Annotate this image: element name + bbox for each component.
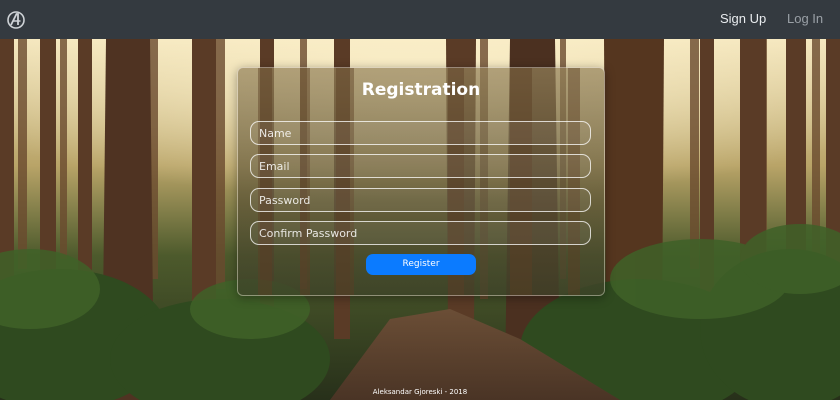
password-input[interactable] (251, 189, 590, 211)
nav-sign-up-link[interactable]: Sign Up (720, 11, 766, 26)
confirm-password-input[interactable] (251, 222, 590, 244)
nav-log-in-link[interactable]: Log In (787, 11, 823, 26)
top-navbar: Sign Up Log In (0, 0, 840, 39)
footer-credit: Aleksandar Gjoreski - 2018 (372, 388, 468, 396)
email-input[interactable] (251, 155, 590, 177)
name-input[interactable] (251, 122, 590, 144)
name-field[interactable] (250, 121, 591, 145)
registration-title: Registration (361, 80, 481, 100)
registration-form-card: Registration Register (237, 67, 605, 296)
avengers-logo-icon[interactable] (6, 10, 26, 30)
confirm-password-field[interactable] (250, 221, 591, 245)
register-button[interactable]: Register (366, 254, 476, 275)
email-field[interactable] (250, 154, 591, 178)
password-field[interactable] (250, 188, 591, 212)
